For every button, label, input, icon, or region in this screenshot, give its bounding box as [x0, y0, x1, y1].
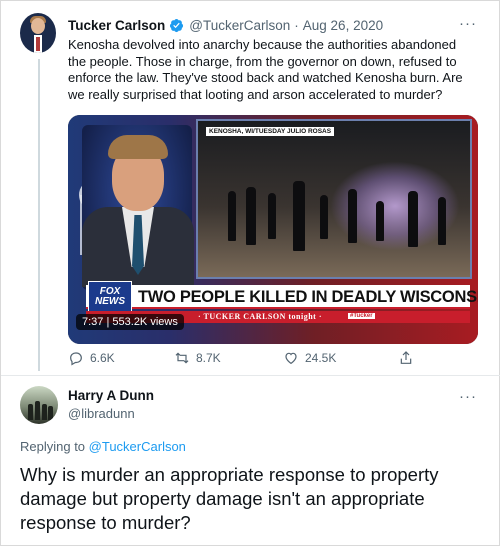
retweet-button[interactable]: 8.7K — [174, 350, 221, 366]
replying-to-line: Replying to @TuckerCarlson — [20, 439, 186, 454]
video-views: 553.2K views — [112, 316, 178, 328]
riot-footage: KENOSHA, WI/TUESDAY JULIO ROSAS — [196, 119, 472, 279]
replying-to-mention[interactable]: @TuckerCarlson — [89, 439, 186, 454]
tweet-text: Kenosha devolved into anarchy because th… — [68, 37, 463, 102]
more-options-icon[interactable]: ··· — [459, 15, 477, 32]
news-headline: TWO PEOPLE KILLED IN DEADLY WISCONSIN RI… — [138, 288, 478, 306]
author-avatar[interactable] — [20, 13, 56, 53]
tweet-actions: 6.6K 8.7K 24.5K — [68, 347, 458, 369]
author-name[interactable]: Tucker Carlson — [68, 18, 165, 33]
fox-news-logo: FOX NEWS — [88, 281, 132, 313]
show-hashtag: #Tucker — [348, 313, 375, 319]
retweet-icon — [175, 352, 189, 364]
video-duration: 7:37 — [82, 316, 104, 328]
replying-prefix: Replying to — [20, 439, 86, 454]
verified-badge-icon — [170, 18, 184, 32]
tweet-thread: Tucker Carlson @TuckerCarlson · Aug 26, … — [0, 0, 500, 546]
video-stats: 7:37 | 553.2K views — [76, 314, 184, 330]
like-count: 24.5K — [305, 351, 337, 365]
reply-more-options-icon[interactable]: ··· — [459, 388, 477, 405]
reply-author-name[interactable]: Harry A Dunn — [68, 388, 154, 403]
share-icon — [400, 351, 412, 364]
tweet-date[interactable]: Aug 26, 2020 — [303, 18, 383, 33]
location-label: KENOSHA, WI/TUESDAY JULIO ROSAS — [206, 127, 335, 136]
tweet-header: Tucker Carlson @TuckerCarlson · Aug 26, … — [68, 15, 479, 35]
retweet-count: 8.7K — [196, 351, 221, 365]
author-handle[interactable]: @TuckerCarlson — [189, 18, 290, 33]
heart-icon — [285, 352, 297, 365]
separator-dot: · — [294, 17, 299, 33]
reply-count: 6.6K — [90, 351, 115, 365]
anchor-hair — [108, 135, 168, 159]
tweet-video[interactable]: KENOSHA, WI/TUESDAY JULIO ROSAS FOX NEWS… — [68, 115, 478, 344]
reply-icon — [70, 352, 82, 366]
show-subtitle: · TUCKER CARLSON tonight · — [198, 312, 322, 321]
reply-text: Why is murder an appropriate response to… — [20, 464, 439, 533]
news-banner: FOX NEWS TWO PEOPLE KILLED IN DEADLY WIS… — [86, 281, 478, 313]
reply-button[interactable]: 6.6K — [68, 350, 115, 366]
share-button[interactable] — [398, 350, 420, 366]
thread-connector-line — [38, 59, 40, 371]
tweet-divider — [1, 375, 500, 376]
reply-author-handle[interactable]: @libradunn — [68, 406, 135, 421]
like-button[interactable]: 24.5K — [283, 350, 336, 366]
reply-author-avatar[interactable] — [20, 386, 58, 424]
